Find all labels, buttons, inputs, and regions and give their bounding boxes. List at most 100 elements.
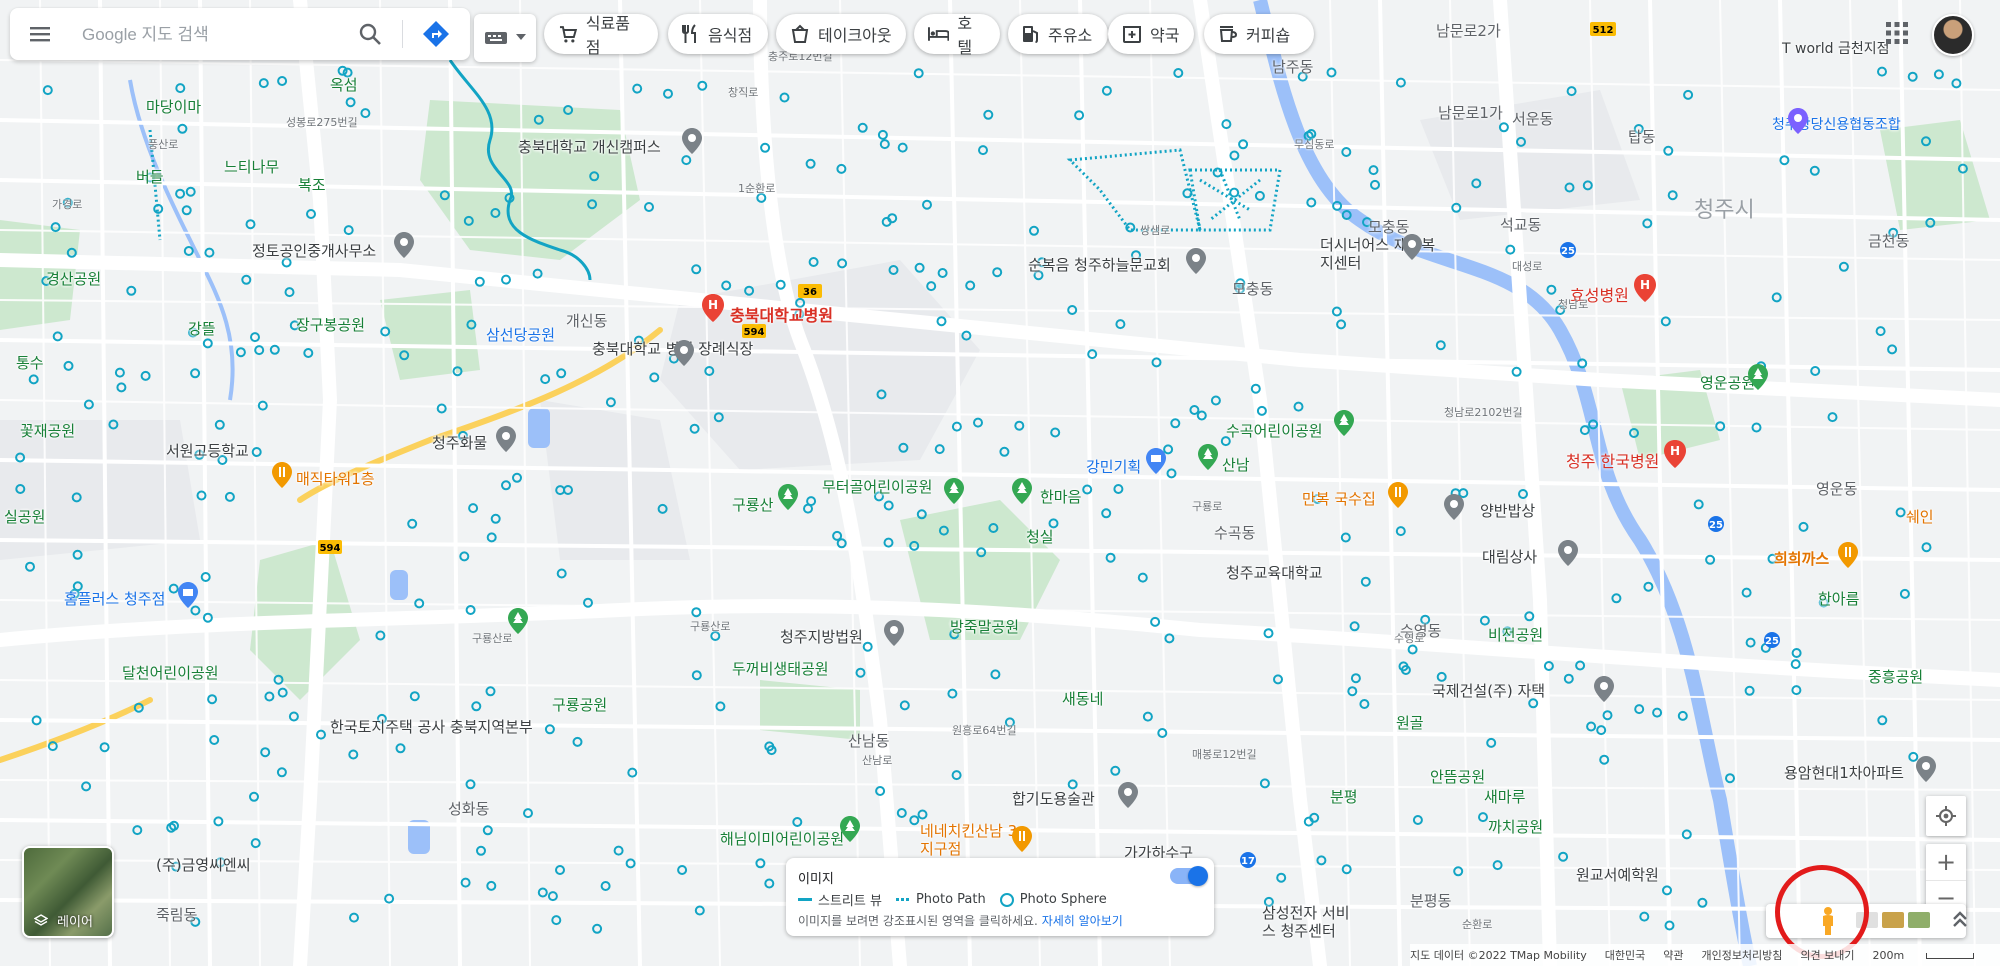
place-label[interactable]: 국제건설(주) 자택 <box>1432 680 1545 701</box>
park-label[interactable]: 원골 <box>1396 712 1424 733</box>
place-pin-icon[interactable] <box>674 340 694 366</box>
hospital-label[interactable]: 청주 한국병원 <box>1566 448 1659 472</box>
chip-restaurant[interactable]: 음식점 <box>668 14 768 54</box>
park-pin-icon[interactable] <box>840 816 860 842</box>
food-pin-icon[interactable] <box>1388 482 1408 508</box>
chip-pharmacy[interactable]: 약국 <box>1108 14 1194 54</box>
privacy-link[interactable]: 개인정보처리방침 <box>1701 947 1782 963</box>
food-label[interactable]: 쉐인 <box>1906 506 1934 527</box>
country-link[interactable]: 대한민국 <box>1605 947 1645 963</box>
place-label[interactable]: 충북대학교 병원 장례식장 <box>592 338 753 359</box>
place-label[interactable]: 청주지방법원 <box>780 626 863 647</box>
food-label[interactable]: 만복 국수집 <box>1302 488 1376 509</box>
park-label[interactable]: 분평 <box>1330 786 1358 807</box>
feedback-link[interactable]: 의견 보내기 <box>1800 947 1854 963</box>
food-pin-icon[interactable] <box>1838 542 1858 568</box>
my-location-button[interactable] <box>1926 796 1966 836</box>
park-label[interactable]: 두꺼비생태공원 <box>732 658 829 679</box>
place-label[interactable]: 청주화물 <box>432 432 487 453</box>
park-label[interactable]: 안뜸공원 <box>1430 766 1485 787</box>
park-pin-icon[interactable] <box>508 608 528 634</box>
pegman-icon[interactable] <box>1818 906 1838 936</box>
place-pin-icon[interactable] <box>1444 494 1464 520</box>
hospital-pin-icon[interactable]: H <box>1634 274 1656 302</box>
place-label[interactable]: 삼성전자 서비스 청주센터 <box>1262 904 1362 940</box>
place-pin-icon[interactable] <box>1916 756 1936 782</box>
place-pin-icon[interactable] <box>1186 248 1206 274</box>
shop-pin-icon[interactable] <box>178 582 198 608</box>
place-pin-icon[interactable] <box>682 128 702 154</box>
bank-pin-icon[interactable] <box>1788 108 1808 134</box>
account-avatar[interactable] <box>1932 14 1974 56</box>
park-label[interactable]: 꽃재공원 <box>20 420 75 441</box>
park-label[interactable]: 삼선당공원 <box>486 324 555 345</box>
place-label[interactable]: 더시너어스 재가복지센터 <box>1320 236 1440 272</box>
park-label[interactable]: 통수 <box>16 352 44 373</box>
search-icon[interactable] <box>356 20 384 48</box>
place-pin-icon[interactable] <box>1118 782 1138 808</box>
place-label[interactable]: 정토공인중개사무소 <box>252 240 376 261</box>
food-label[interactable]: 매직타워1층 <box>296 468 375 489</box>
park-pin-icon[interactable] <box>944 478 964 504</box>
park-label[interactable]: 새마루 <box>1484 786 1525 807</box>
shop-label[interactable]: 홈플러스 청주점 <box>64 588 165 609</box>
park-label[interactable]: 중흥공원 <box>1868 666 1923 687</box>
place-label[interactable]: 합기도용술관 <box>1012 788 1095 809</box>
shop-label[interactable]: 강민기획 <box>1086 456 1141 477</box>
park-label[interactable]: 까치공원 <box>1488 816 1543 837</box>
imagery-thumb[interactable] <box>1908 912 1930 928</box>
hospital-label[interactable]: 충북대학교병원 <box>730 302 833 326</box>
park-label[interactable]: 영운공원 <box>1700 372 1755 393</box>
park-label[interactable]: 강뜰 <box>188 318 216 339</box>
zoom-in-button[interactable]: + <box>1926 844 1966 881</box>
park-label[interactable]: 달천어린이공원 <box>122 662 219 683</box>
chip-hotel[interactable]: 호텔 <box>914 14 1000 57</box>
imagery-thumb[interactable] <box>1882 912 1904 928</box>
park-pin-icon[interactable] <box>778 484 798 510</box>
park-label[interactable]: 구룡공원 <box>552 694 607 715</box>
place-pin-icon[interactable] <box>394 232 414 258</box>
place-pin-icon[interactable] <box>1594 676 1614 702</box>
park-label[interactable]: 산남 <box>1222 454 1250 475</box>
place-label[interactable]: 청주교육대학교 <box>1226 562 1323 583</box>
park-label[interactable]: 느티나무 <box>224 156 279 177</box>
learn-more-link[interactable]: 자세히 알아보기 <box>1042 914 1123 928</box>
park-label[interactable]: 구룡산 <box>732 494 773 515</box>
park-label[interactable]: 방죽말공원 <box>950 616 1019 637</box>
directions-icon[interactable] <box>420 18 452 50</box>
place-label[interactable]: 용암현대1차아파트 <box>1784 762 1904 783</box>
place-label[interactable]: T world 금천지점 <box>1782 38 1890 58</box>
apps-grid-icon[interactable] <box>1882 18 1912 48</box>
hospital-pin-icon[interactable]: H <box>1664 440 1686 468</box>
park-label[interactable]: 한마음 <box>1040 486 1081 507</box>
imagery-thumb[interactable] <box>1856 912 1878 928</box>
place-label[interactable]: 양반밥상 <box>1480 500 1535 521</box>
place-label[interactable]: 원교서예학원 <box>1576 864 1659 885</box>
park-pin-icon[interactable] <box>1198 444 1218 470</box>
park-label[interactable]: 경산공원 <box>46 268 101 289</box>
food-label[interactable]: 희희까스 <box>1774 548 1829 569</box>
chip-grocery[interactable]: 식료품점 <box>544 14 658 57</box>
place-label[interactable]: 서원고등학교 <box>166 440 249 461</box>
park-label[interactable]: 옥섬 <box>330 74 358 95</box>
park-label[interactable]: 청실 <box>1026 526 1054 547</box>
place-label[interactable]: 순복음 청주하늘문교회 <box>1028 254 1171 275</box>
place-pin-icon[interactable] <box>1402 234 1422 260</box>
park-label[interactable]: 복조 <box>298 174 326 195</box>
terms-link[interactable]: 약관 <box>1663 947 1683 963</box>
imagery-toggle[interactable] <box>1170 866 1208 886</box>
input-tools-button[interactable] <box>474 14 536 62</box>
chip-coffee[interactable]: 커피숍 <box>1204 14 1314 54</box>
chip-gas[interactable]: 주유소 <box>1008 14 1108 54</box>
place-label[interactable]: (주)금영씨엔씨 <box>156 854 251 875</box>
place-pin-icon[interactable] <box>1558 540 1578 566</box>
park-label[interactable]: 무터골어린이공원 <box>822 476 932 497</box>
place-label[interactable]: 충북대학교 개신캠퍼스 <box>518 136 661 157</box>
park-label[interactable]: 실공원 <box>4 506 45 527</box>
park-label[interactable]: 새동네 <box>1062 688 1103 709</box>
park-label[interactable]: 비전공원 <box>1488 624 1543 645</box>
food-pin-icon[interactable] <box>1012 826 1032 852</box>
search-input[interactable] <box>80 18 364 52</box>
park-label[interactable]: 버들 <box>136 166 164 187</box>
scale-indicator[interactable]: 200m <box>1873 949 1993 962</box>
